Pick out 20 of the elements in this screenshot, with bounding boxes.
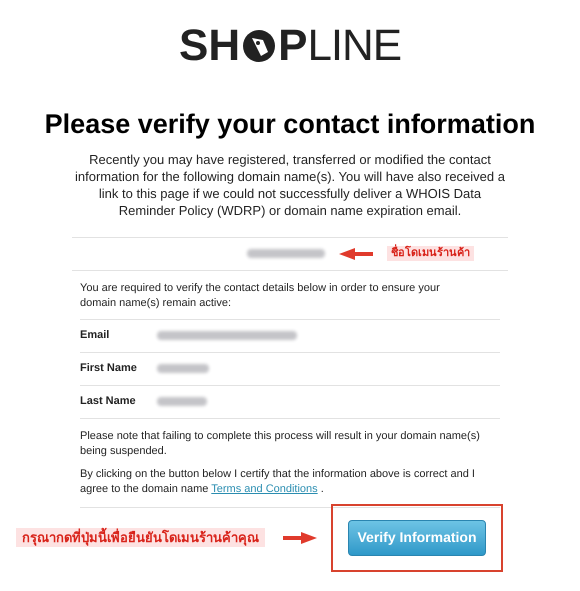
field-label: Email (80, 328, 110, 343)
annotation-label: กรุณากดที่ปุ่มนี้เพื่อยืนยันโดเมนร้านค้าคุณ (16, 528, 265, 548)
warning-text: Please note that failing to complete this process will result in your domain name(s) being suspended. (79, 428, 481, 458)
logo-text: SH (179, 24, 240, 68)
field-label: First Name (80, 361, 138, 376)
certify-text: By clicking on the button below I certify that the information above is correct and I agree to the domain name Terms and Conditions . (79, 466, 476, 496)
logo-text: P (278, 24, 308, 68)
intro-paragraph: Recently you may have registered, transferred or modified the contact information for the following domain name(s). You will have also received a link to this page if we could not successfully deliver a WHOIS Data Reminder Policy (WDRP) or domain name expiration email. (74, 150, 506, 218)
logo-text: LINE (308, 24, 401, 68)
page-heading: Please verify your contact information (44, 108, 536, 141)
annotation-label: ชื่อโดเมนร้านค้า (387, 246, 474, 261)
field-label: Last Name (80, 394, 137, 409)
verify-button[interactable]: Verify Information (348, 520, 486, 556)
instruction-text: You are required to verify the contact details below in order to ensure your domain name(s) remain active: (79, 280, 441, 310)
terms-link[interactable]: Terms and Conditions (211, 482, 318, 494)
arrow-icon (283, 530, 317, 544)
redacted-value (157, 397, 207, 406)
arrow-icon (339, 246, 373, 260)
redacted-value (157, 364, 209, 373)
tag-icon (241, 28, 278, 64)
